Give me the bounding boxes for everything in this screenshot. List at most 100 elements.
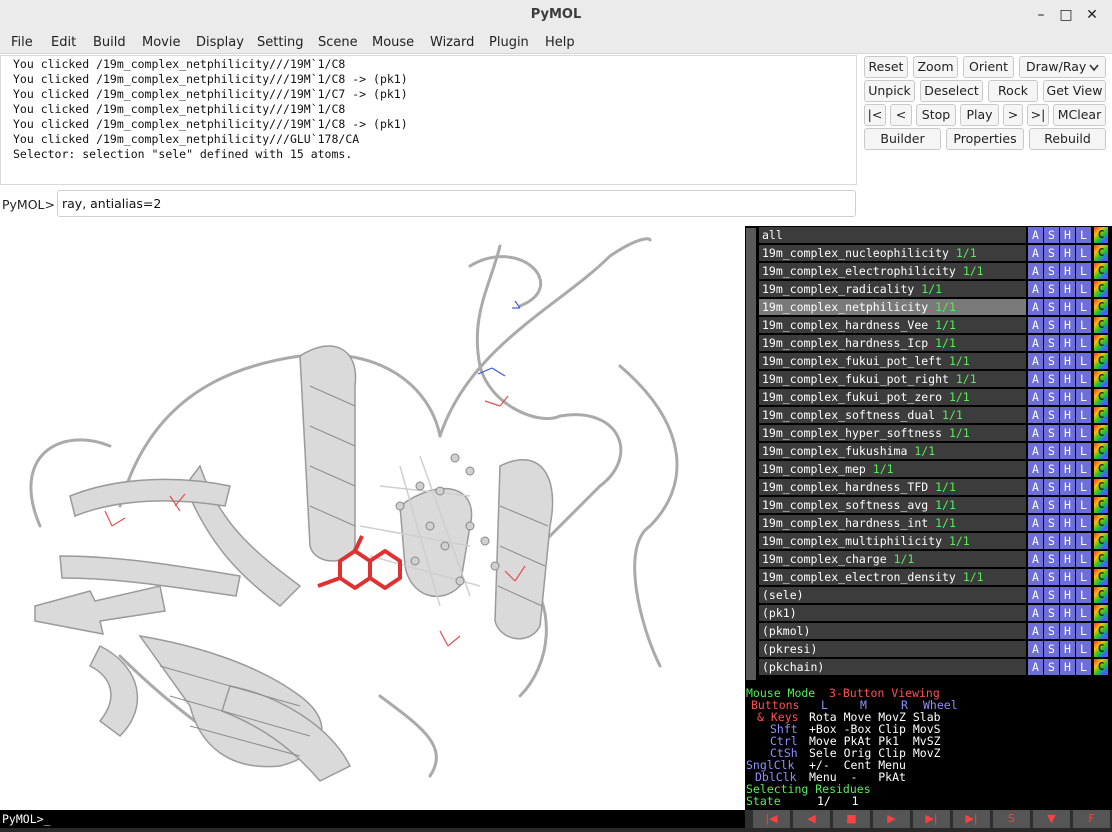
hide-button[interactable]: H — [1059, 623, 1075, 639]
scene-button[interactable]: S — [993, 810, 1031, 828]
action-button[interactable]: A — [1027, 569, 1043, 585]
label-button[interactable]: L — [1075, 335, 1091, 351]
object-row[interactable]: 19m_complex_charge 1/1 — [759, 551, 1026, 567]
label-button[interactable]: L — [1075, 497, 1091, 513]
object-row[interactable]: (pk1) — [759, 605, 1026, 621]
label-button[interactable]: L — [1075, 461, 1091, 477]
end-button[interactable]: >| — [1027, 104, 1049, 126]
hide-button[interactable]: H — [1059, 641, 1075, 657]
color-button[interactable]: C — [1093, 299, 1108, 315]
object-row[interactable]: (pkresi) — [759, 641, 1026, 657]
show-button[interactable]: S — [1043, 479, 1059, 495]
action-button[interactable]: A — [1027, 407, 1043, 423]
minimize-icon[interactable]: – — [1030, 5, 1052, 25]
color-button[interactable]: C — [1093, 263, 1108, 279]
object-row[interactable]: (pkchain) — [759, 659, 1026, 675]
label-button[interactable]: L — [1075, 263, 1091, 279]
hide-button[interactable]: H — [1059, 479, 1075, 495]
label-button[interactable]: L — [1075, 623, 1091, 639]
hide-button[interactable]: H — [1059, 299, 1075, 315]
show-button[interactable]: S — [1043, 587, 1059, 603]
show-button[interactable]: S — [1043, 659, 1059, 675]
play-movie-button[interactable]: ▶ — [873, 810, 911, 828]
action-button[interactable]: A — [1027, 335, 1043, 351]
object-row[interactable]: 19m_complex_nucleophilicity 1/1 — [759, 245, 1026, 261]
action-button[interactable]: A — [1027, 533, 1043, 549]
rewind-button[interactable]: |< — [864, 104, 886, 126]
object-row[interactable]: 19m_complex_netphilicity 1/1 — [759, 299, 1026, 315]
object-row[interactable]: 19m_complex_hardness_int 1/1 — [759, 515, 1026, 531]
log-output[interactable]: You clicked /19m_complex_netphilicity///… — [0, 55, 857, 185]
menu-build[interactable]: Build — [93, 35, 126, 50]
color-button[interactable]: C — [1093, 227, 1108, 243]
menu-scene[interactable]: Scene — [318, 35, 358, 50]
label-button[interactable]: L — [1075, 317, 1091, 333]
draw-ray-dropdown[interactable]: Draw/Ray — [1019, 56, 1106, 78]
last-frame-button[interactable]: ▶| — [953, 810, 991, 828]
label-button[interactable]: L — [1075, 353, 1091, 369]
viewer-command-bar[interactable]: PyMOL>_ — [0, 810, 745, 828]
fullscreen-button[interactable]: F — [1073, 810, 1111, 828]
forward-button[interactable]: > — [1003, 104, 1023, 126]
object-row[interactable]: (pkmol) — [759, 623, 1026, 639]
color-button[interactable]: C — [1093, 425, 1108, 441]
label-button[interactable]: L — [1075, 533, 1091, 549]
color-button[interactable]: C — [1093, 569, 1108, 585]
rebuild-button[interactable]: Rebuild — [1029, 128, 1106, 150]
object-row[interactable]: all — [759, 227, 1026, 243]
object-row[interactable]: 19m_complex_hardness_Icp 1/1 — [759, 335, 1026, 351]
color-button[interactable]: C — [1093, 389, 1108, 405]
show-button[interactable]: S — [1043, 551, 1059, 567]
action-button[interactable]: A — [1027, 461, 1043, 477]
maximize-icon[interactable]: □ — [1055, 5, 1077, 25]
label-button[interactable]: L — [1075, 425, 1091, 441]
action-button[interactable]: A — [1027, 605, 1043, 621]
menu-mouse[interactable]: Mouse — [372, 35, 414, 50]
menu-plugin[interactable]: Plugin — [489, 35, 529, 50]
back-button[interactable]: < — [890, 104, 912, 126]
object-row[interactable]: 19m_complex_radicality 1/1 — [759, 281, 1026, 297]
object-row[interactable]: 19m_complex_electron_density 1/1 — [759, 569, 1026, 585]
show-button[interactable]: S — [1043, 533, 1059, 549]
hide-button[interactable]: H — [1059, 389, 1075, 405]
menu-wizard[interactable]: Wizard — [430, 35, 474, 50]
hide-button[interactable]: H — [1059, 551, 1075, 567]
color-button[interactable]: C — [1093, 659, 1108, 675]
molecular-viewer[interactable] — [0, 226, 745, 810]
show-button[interactable]: S — [1043, 641, 1059, 657]
hide-button[interactable]: H — [1059, 227, 1075, 243]
menu-movie[interactable]: Movie — [142, 35, 180, 50]
color-button[interactable]: C — [1093, 533, 1108, 549]
hide-button[interactable]: H — [1059, 659, 1075, 675]
object-row[interactable]: 19m_complex_softness_dual 1/1 — [759, 407, 1026, 423]
object-row[interactable]: 19m_complex_fukui_pot_zero 1/1 — [759, 389, 1026, 405]
hide-button[interactable]: H — [1059, 407, 1075, 423]
color-button[interactable]: C — [1093, 641, 1108, 657]
menu-edit[interactable]: Edit — [51, 35, 76, 50]
label-button[interactable]: L — [1075, 587, 1091, 603]
action-button[interactable]: A — [1027, 623, 1043, 639]
object-row[interactable]: 19m_complex_hardness_TFD 1/1 — [759, 479, 1026, 495]
color-button[interactable]: C — [1093, 245, 1108, 261]
action-button[interactable]: A — [1027, 443, 1043, 459]
action-button[interactable]: A — [1027, 641, 1043, 657]
label-button[interactable]: L — [1075, 605, 1091, 621]
show-button[interactable]: S — [1043, 335, 1059, 351]
color-button[interactable]: C — [1093, 371, 1108, 387]
show-button[interactable]: S — [1043, 515, 1059, 531]
label-button[interactable]: L — [1075, 299, 1091, 315]
label-button[interactable]: L — [1075, 407, 1091, 423]
object-row[interactable]: 19m_complex_softness_avg 1/1 — [759, 497, 1026, 513]
action-button[interactable]: A — [1027, 515, 1043, 531]
zoom-button[interactable]: Zoom — [913, 56, 958, 78]
object-row[interactable]: 19m_complex_fukui_pot_left 1/1 — [759, 353, 1026, 369]
hide-button[interactable]: H — [1059, 587, 1075, 603]
label-button[interactable]: L — [1075, 569, 1091, 585]
object-row[interactable]: 19m_complex_mep 1/1 — [759, 461, 1026, 477]
label-button[interactable]: L — [1075, 245, 1091, 261]
show-button[interactable]: S — [1043, 623, 1059, 639]
object-row[interactable]: 19m_complex_fukui_pot_right 1/1 — [759, 371, 1026, 387]
hide-button[interactable]: H — [1059, 515, 1075, 531]
hide-button[interactable]: H — [1059, 605, 1075, 621]
menu-help[interactable]: Help — [545, 35, 575, 50]
